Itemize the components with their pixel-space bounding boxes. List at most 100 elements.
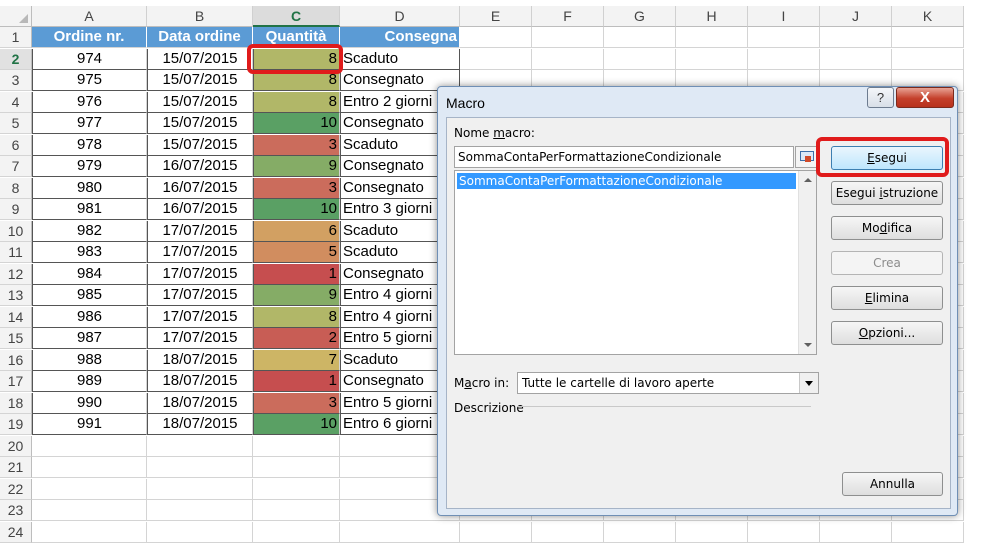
empty-cell[interactable] bbox=[460, 521, 532, 543]
macro-list-item[interactable]: SommaContaPerFormattazioneCondizionale bbox=[457, 173, 796, 189]
column-header-j[interactable]: J bbox=[820, 6, 892, 27]
row-header[interactable]: 21 bbox=[0, 457, 32, 478]
empty-cell[interactable] bbox=[676, 27, 748, 48]
empty-cell[interactable] bbox=[147, 478, 253, 500]
cancel-button[interactable]: Annulla bbox=[842, 472, 943, 496]
quantity-cell[interactable]: 3 bbox=[253, 392, 340, 414]
order-number-cell[interactable]: 977 bbox=[32, 113, 147, 134]
empty-cell[interactable] bbox=[748, 27, 820, 48]
column-header-a[interactable]: A bbox=[32, 6, 147, 27]
row-header[interactable]: 10 bbox=[0, 220, 32, 242]
macro-list[interactable]: SommaContaPerFormattazioneCondizionale bbox=[454, 170, 817, 355]
order-number-cell[interactable]: 986 bbox=[32, 306, 147, 328]
empty-cell[interactable] bbox=[604, 521, 676, 543]
order-number-cell[interactable]: 991 bbox=[32, 414, 147, 435]
scroll-down-icon[interactable] bbox=[804, 343, 812, 347]
column-header-i[interactable]: I bbox=[748, 6, 820, 27]
order-date-cell[interactable]: 18/07/2015 bbox=[147, 371, 253, 392]
order-date-cell[interactable]: 17/07/2015 bbox=[147, 306, 253, 328]
order-number-cell[interactable]: 974 bbox=[32, 48, 147, 70]
quantity-cell[interactable]: 9 bbox=[253, 156, 340, 177]
order-number-cell[interactable]: 988 bbox=[32, 349, 147, 371]
order-date-cell[interactable]: 15/07/2015 bbox=[147, 48, 253, 70]
empty-cell[interactable] bbox=[820, 27, 892, 48]
help-button[interactable]: ? bbox=[867, 87, 894, 108]
row-header[interactable]: 12 bbox=[0, 263, 32, 285]
column-header-g[interactable]: G bbox=[604, 6, 676, 27]
empty-cell[interactable] bbox=[604, 48, 676, 70]
empty-cell[interactable] bbox=[676, 521, 748, 543]
row-header[interactable]: 8 bbox=[0, 177, 32, 199]
column-header-d[interactable]: D bbox=[340, 6, 460, 27]
quantity-cell[interactable]: 1 bbox=[253, 263, 340, 285]
row-header[interactable]: 3 bbox=[0, 70, 32, 91]
column-header-k[interactable]: K bbox=[892, 6, 964, 27]
row-header[interactable]: 7 bbox=[0, 156, 32, 177]
quantity-cell[interactable]: 8 bbox=[253, 91, 340, 113]
empty-cell[interactable] bbox=[32, 457, 147, 478]
order-number-cell[interactable]: 976 bbox=[32, 91, 147, 113]
order-date-cell[interactable]: 17/07/2015 bbox=[147, 328, 253, 349]
empty-cell[interactable] bbox=[748, 521, 820, 543]
close-button[interactable]: X bbox=[896, 87, 954, 108]
empty-cell[interactable] bbox=[253, 457, 340, 478]
row-header[interactable]: 11 bbox=[0, 242, 32, 263]
empty-cell[interactable] bbox=[676, 48, 748, 70]
dropdown-arrow-icon[interactable] bbox=[799, 373, 818, 393]
order-number-cell[interactable]: 985 bbox=[32, 285, 147, 306]
macro-in-select[interactable]: Tutte le cartelle di lavoro aperte bbox=[517, 372, 819, 394]
empty-cell[interactable] bbox=[892, 48, 964, 70]
row-header[interactable]: 17 bbox=[0, 371, 32, 392]
empty-cell[interactable] bbox=[147, 521, 253, 543]
empty-cell[interactable] bbox=[748, 48, 820, 70]
edit-button[interactable]: Modifica bbox=[831, 216, 943, 240]
quantity-cell[interactable]: 1 bbox=[253, 371, 340, 392]
create-button[interactable]: Crea bbox=[831, 251, 943, 275]
empty-cell[interactable] bbox=[820, 48, 892, 70]
row-header[interactable]: 20 bbox=[0, 435, 32, 457]
column-header-e[interactable]: E bbox=[460, 6, 532, 27]
order-date-cell[interactable]: 16/07/2015 bbox=[147, 199, 253, 220]
row-header[interactable]: 1 bbox=[0, 27, 32, 48]
order-number-cell[interactable]: 984 bbox=[32, 263, 147, 285]
delivery-cell[interactable]: Scaduto bbox=[340, 48, 460, 70]
quantity-cell[interactable]: 3 bbox=[253, 177, 340, 199]
empty-cell[interactable] bbox=[532, 48, 604, 70]
empty-cell[interactable] bbox=[147, 435, 253, 457]
empty-cell[interactable] bbox=[892, 521, 964, 543]
order-date-cell[interactable]: 15/07/2015 bbox=[147, 134, 253, 156]
order-number-cell[interactable]: 978 bbox=[32, 134, 147, 156]
row-header[interactable]: 14 bbox=[0, 306, 32, 328]
order-date-cell[interactable]: 15/07/2015 bbox=[147, 113, 253, 134]
header-delivery[interactable]: Consegna bbox=[340, 27, 460, 48]
quantity-cell[interactable]: 10 bbox=[253, 199, 340, 220]
empty-cell[interactable] bbox=[604, 27, 676, 48]
order-date-cell[interactable]: 18/07/2015 bbox=[147, 349, 253, 371]
empty-cell[interactable] bbox=[147, 500, 253, 521]
quantity-cell[interactable]: 6 bbox=[253, 220, 340, 242]
quantity-cell[interactable]: 5 bbox=[253, 242, 340, 263]
row-header[interactable]: 16 bbox=[0, 349, 32, 371]
order-number-cell[interactable]: 989 bbox=[32, 371, 147, 392]
empty-cell[interactable] bbox=[892, 27, 964, 48]
row-header[interactable]: 19 bbox=[0, 414, 32, 435]
macro-name-input[interactable]: SommaContaPerFormattazioneCondizionale bbox=[454, 146, 794, 168]
quantity-cell[interactable]: 8 bbox=[253, 306, 340, 328]
quantity-cell[interactable]: 3 bbox=[253, 134, 340, 156]
empty-cell[interactable] bbox=[32, 521, 147, 543]
order-date-cell[interactable]: 17/07/2015 bbox=[147, 242, 253, 263]
order-date-cell[interactable]: 18/07/2015 bbox=[147, 414, 253, 435]
empty-cell[interactable] bbox=[32, 478, 147, 500]
order-date-cell[interactable]: 16/07/2015 bbox=[147, 156, 253, 177]
order-date-cell[interactable]: 15/07/2015 bbox=[147, 91, 253, 113]
row-header[interactable]: 13 bbox=[0, 285, 32, 306]
header-order-date[interactable]: Data ordine bbox=[147, 27, 253, 48]
empty-cell[interactable] bbox=[32, 500, 147, 521]
order-date-cell[interactable]: 15/07/2015 bbox=[147, 70, 253, 91]
empty-cell[interactable] bbox=[147, 457, 253, 478]
empty-cell[interactable] bbox=[32, 435, 147, 457]
quantity-cell[interactable]: 9 bbox=[253, 285, 340, 306]
step-into-button[interactable]: Esegui istruzione bbox=[831, 181, 943, 205]
delete-button[interactable]: Elimina bbox=[831, 286, 943, 310]
row-header[interactable]: 18 bbox=[0, 392, 32, 414]
